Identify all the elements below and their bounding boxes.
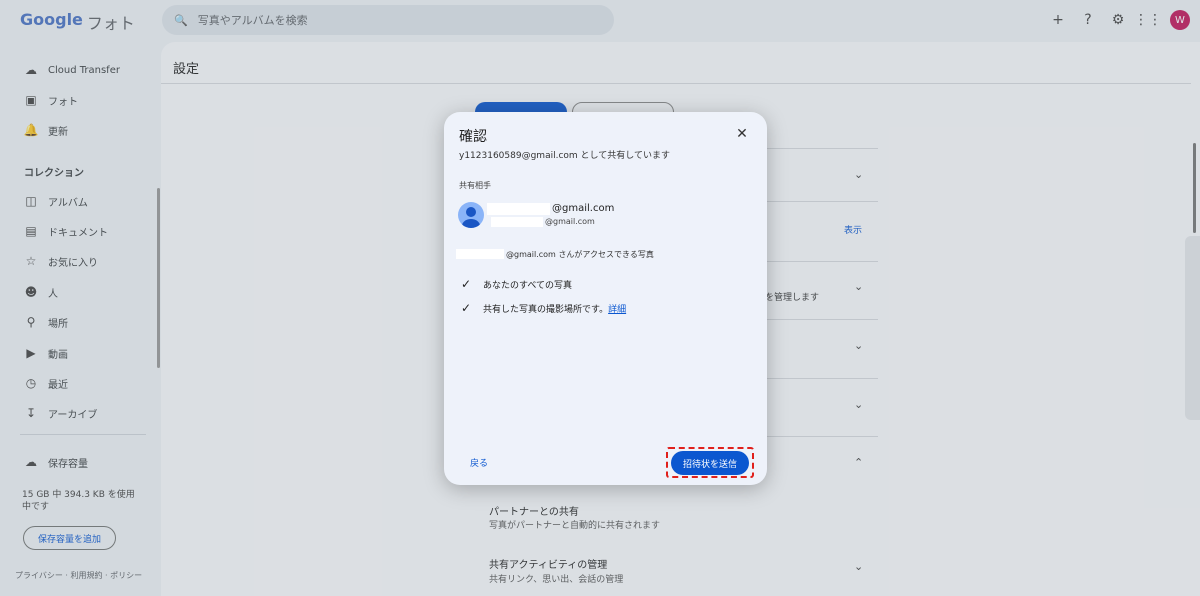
dialog-title: 確認 [459, 129, 487, 145]
contact-email-secondary: @gmail.com [545, 217, 595, 226]
dialog-subtitle: y1123160589@gmail.com として共有しています [459, 151, 670, 161]
permission-label: あなたのすべての写真 [483, 280, 573, 291]
confirm-dialog: 確認 ✕ y1123160589@gmail.com として共有しています 共有… [444, 112, 767, 485]
contact-email-primary: @gmail.com [552, 203, 615, 214]
close-icon[interactable]: ✕ [734, 126, 750, 142]
permission-item: ✓ あなたのすべての写真 [459, 277, 572, 291]
access-text: @gmail.com さんがアクセスできる写真 [506, 250, 654, 259]
send-invitation-button[interactable]: 招待状を送信 [671, 451, 749, 475]
redacted-name [456, 249, 504, 259]
check-icon: ✓ [460, 301, 472, 315]
permission-item: ✓ 共有した写真の撮影場所です。詳細 [459, 301, 626, 315]
details-link[interactable]: 詳細 [608, 305, 626, 315]
back-button[interactable]: 戻る [470, 456, 488, 469]
redacted-name [487, 203, 550, 215]
redacted-name [491, 217, 543, 227]
send-highlight-box: 招待状を送信 [666, 447, 754, 478]
check-icon: ✓ [460, 277, 472, 291]
permission-label: 共有した写真の撮影場所です。 [483, 304, 609, 315]
share-with-label: 共有相手 [459, 181, 491, 190]
contact-avatar-icon [458, 202, 484, 228]
